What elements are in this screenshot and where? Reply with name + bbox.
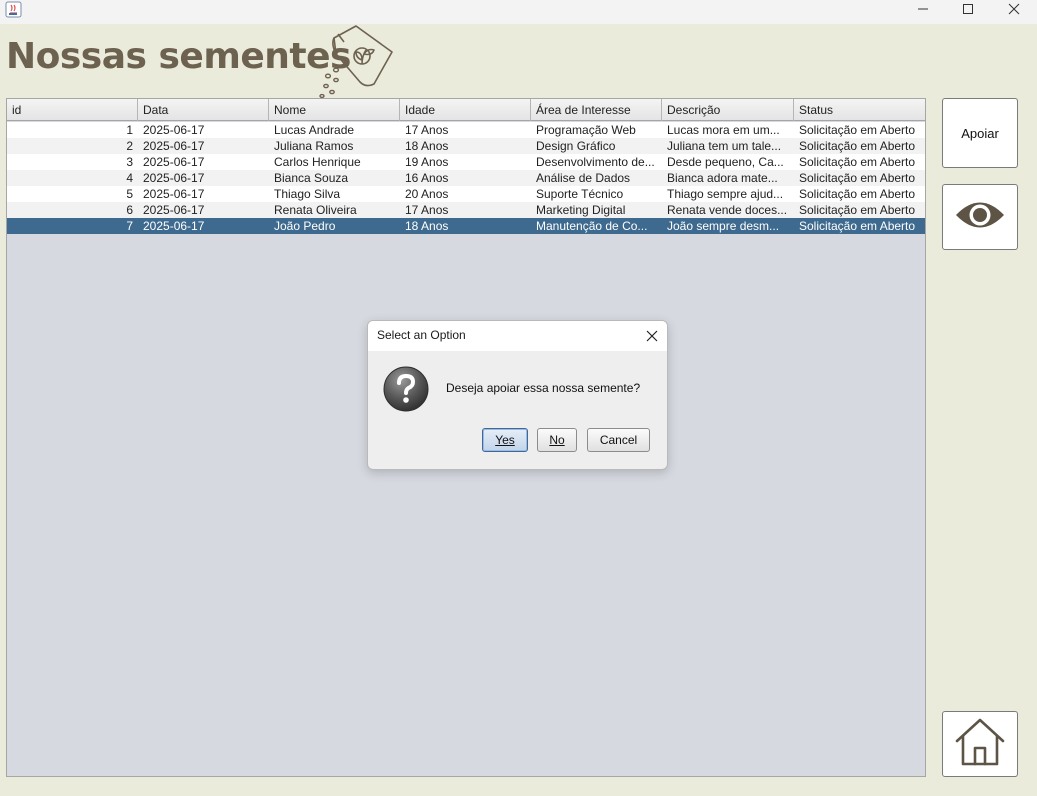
table-row[interactable]: 3 2025-06-17 Carlos Henrique 19 Anos Des… [7, 154, 925, 170]
seed-packet-logo [314, 22, 396, 100]
cell-area: Análise de Dados [536, 171, 631, 185]
cell-area: Desenvolvimento de... [536, 155, 655, 169]
cell-id: 4 [126, 171, 133, 185]
cell-id: 3 [126, 155, 133, 169]
window-titlebar [0, 0, 1037, 24]
cell-descricao: Juliana tem um tale... [667, 139, 782, 153]
cancel-label: Cancel [599, 433, 638, 447]
cell-nome: Renata Oliveira [274, 203, 357, 217]
cell-status: Solicitação em Aberto [799, 123, 916, 137]
close-icon [646, 327, 658, 346]
java-app-icon [5, 1, 22, 18]
cell-descricao: Desde pequeno, Ca... [667, 155, 784, 169]
view-details-button[interactable] [942, 184, 1018, 250]
cell-area: Marketing Digital [536, 203, 626, 217]
column-header-data[interactable]: Data [138, 99, 269, 121]
cell-descricao: Bianca adora mate... [667, 171, 778, 185]
cell-id: 2 [126, 139, 133, 153]
dialog-close-button[interactable] [643, 327, 661, 345]
eye-icon [954, 198, 1006, 236]
table-row[interactable]: 2 2025-06-17 Juliana Ramos 18 Anos Desig… [7, 138, 925, 154]
cell-data: 2025-06-17 [143, 139, 205, 153]
cell-id: 5 [126, 187, 133, 201]
cell-idade: 19 Anos [405, 155, 449, 169]
table-row-selected[interactable]: 7 2025-06-17 João Pedro 18 Anos Manutenç… [7, 218, 925, 234]
cell-data: 2025-06-17 [143, 123, 205, 137]
cell-status: Solicitação em Aberto [799, 171, 916, 185]
cell-nome: Lucas Andrade [274, 123, 355, 137]
cell-idade: 18 Anos [405, 139, 449, 153]
no-button[interactable]: No [537, 428, 577, 452]
close-window-button[interactable] [991, 0, 1037, 17]
cell-idade: 18 Anos [405, 219, 449, 233]
dialog-title: Select an Option [377, 328, 466, 342]
cell-idade: 17 Anos [405, 123, 449, 137]
page-title: Nossas sementes [6, 36, 351, 77]
cell-nome: Juliana Ramos [274, 139, 354, 153]
cell-status: Solicitação em Aberto [799, 155, 916, 169]
table-header: id Data Nome Idade Área de Interesse Des… [7, 99, 925, 121]
confirm-dialog: Select an Option Deseja apoiar essa noss… [367, 320, 668, 470]
home-icon [954, 717, 1006, 771]
cell-descricao: Renata vende doces... [667, 203, 788, 217]
column-header-nome[interactable]: Nome [269, 99, 400, 121]
cancel-button[interactable]: Cancel [587, 428, 650, 452]
cell-data: 2025-06-17 [143, 155, 205, 169]
apoiar-button[interactable]: Apoiar [942, 98, 1018, 168]
cell-status: Solicitação em Aberto [799, 187, 916, 201]
cell-descricao: João sempre desm... [667, 219, 780, 233]
dialog-titlebar: Select an Option [368, 321, 667, 351]
table-row[interactable]: 5 2025-06-17 Thiago Silva 20 Anos Suport… [7, 186, 925, 202]
cell-idade: 17 Anos [405, 203, 449, 217]
cell-nome: Bianca Souza [274, 171, 349, 185]
dialog-message: Deseja apoiar essa nossa semente? [446, 381, 641, 395]
cell-data: 2025-06-17 [143, 171, 205, 185]
cell-data: 2025-06-17 [143, 219, 205, 233]
column-header-descricao[interactable]: Descrição [662, 99, 794, 121]
cell-area: Programação Web [536, 123, 636, 137]
cell-id: 7 [126, 219, 133, 233]
home-button[interactable] [942, 711, 1018, 777]
maximize-button[interactable] [945, 0, 991, 17]
cell-status: Solicitação em Aberto [799, 139, 916, 153]
cell-descricao: Lucas mora em um... [667, 123, 780, 137]
question-icon [382, 365, 430, 413]
cell-area: Manutenção de Co... [536, 219, 648, 233]
column-header-idade[interactable]: Idade [400, 99, 531, 121]
table-row[interactable]: 4 2025-06-17 Bianca Souza 16 Anos Anális… [7, 170, 925, 186]
cell-descricao: Thiago sempre ajud... [667, 187, 784, 201]
cell-data: 2025-06-17 [143, 187, 205, 201]
table-row[interactable]: 1 2025-06-17 Lucas Andrade 17 Anos Progr… [7, 122, 925, 138]
cell-data: 2025-06-17 [143, 203, 205, 217]
cell-status: Solicitação em Aberto [799, 219, 916, 233]
cell-id: 6 [126, 203, 133, 217]
no-label: No [549, 433, 565, 447]
column-header-id[interactable]: id [7, 99, 138, 121]
cell-area: Design Gráfico [536, 139, 616, 153]
table-row[interactable]: 6 2025-06-17 Renata Oliveira 17 Anos Mar… [7, 202, 925, 218]
cell-nome: Thiago Silva [274, 187, 341, 201]
column-header-area[interactable]: Área de Interesse [531, 99, 662, 121]
cell-area: Suporte Técnico [536, 187, 624, 201]
cell-status: Solicitação em Aberto [799, 203, 916, 217]
cell-id: 1 [126, 123, 133, 137]
yes-button[interactable]: Yes [482, 428, 528, 452]
column-header-status[interactable]: Status [794, 99, 925, 121]
cell-nome: João Pedro [274, 219, 336, 233]
cell-idade: 20 Anos [405, 187, 449, 201]
yes-label: Yes [495, 433, 515, 447]
cell-idade: 16 Anos [405, 171, 449, 185]
cell-nome: Carlos Henrique [274, 155, 361, 169]
minimize-button[interactable] [900, 0, 946, 17]
